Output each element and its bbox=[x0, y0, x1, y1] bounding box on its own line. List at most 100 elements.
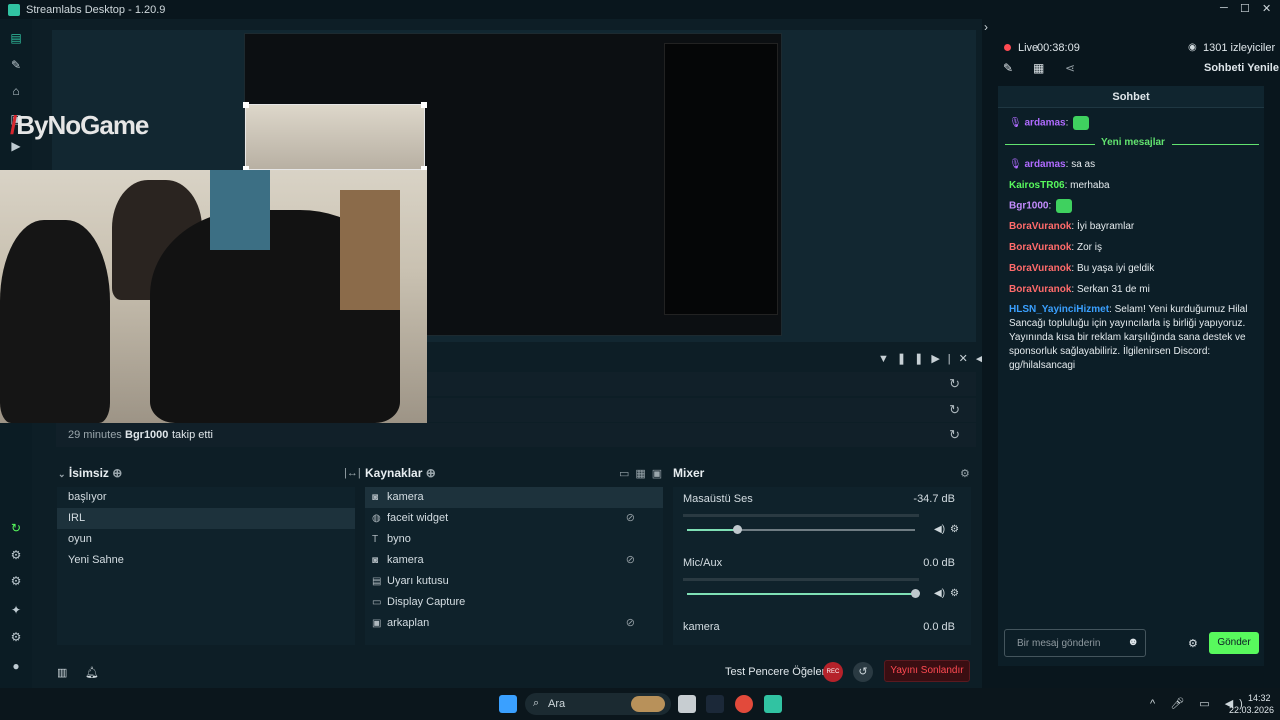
source-item[interactable]: ▭ Display Capture bbox=[365, 592, 663, 613]
mute-icon[interactable]: ◀) bbox=[934, 588, 945, 599]
chat-input[interactable]: Bir mesaj gönderin ☻ bbox=[1004, 629, 1146, 657]
replay-icon[interactable]: ↻ bbox=[949, 376, 960, 392]
text-icon: T bbox=[372, 534, 379, 545]
dashboard-icon[interactable]: ▦ bbox=[1033, 61, 1044, 75]
close-button[interactable]: ✕ bbox=[1262, 2, 1271, 15]
eye-off-icon[interactable]: ⊘ bbox=[626, 508, 635, 529]
live-indicator-icon bbox=[1004, 44, 1011, 51]
source-item[interactable]: ◍ faceit widget ⊘ bbox=[365, 508, 663, 529]
live-icon[interactable]: ▶ bbox=[9, 139, 23, 153]
volume-knob[interactable] bbox=[911, 589, 920, 598]
channel-settings-icon[interactable]: ⚙ bbox=[950, 588, 959, 599]
chrome-icon[interactable] bbox=[735, 695, 753, 713]
source-item[interactable]: ◙ kamera ⊘ bbox=[365, 550, 663, 571]
chat-username[interactable]: BoraVuranok bbox=[1009, 242, 1071, 253]
editor-icon[interactable]: ▤ bbox=[9, 31, 23, 45]
chat-username[interactable]: BoraVuranok bbox=[1009, 284, 1071, 295]
filter-icon[interactable]: ▼ bbox=[878, 353, 897, 365]
edit-stream-icon[interactable]: ✎ bbox=[1003, 61, 1013, 75]
chat-message: 🎙︎ ardamas: bbox=[1009, 116, 1257, 131]
app-title: Streamlabs Desktop - 1.20.9 bbox=[26, 3, 166, 16]
apps-icon[interactable]: ✦ bbox=[9, 603, 23, 617]
record-icon[interactable]: ⚙ bbox=[9, 574, 23, 588]
eye-off-icon[interactable]: ⊘ bbox=[626, 613, 635, 634]
volume-slider[interactable] bbox=[687, 589, 920, 598]
mixer-settings-icon[interactable]: ⚙ bbox=[960, 467, 970, 480]
themes-icon[interactable]: ✎ bbox=[9, 58, 23, 72]
source-label: Display Capture bbox=[387, 596, 466, 608]
chat-message: BoraVuranok: Zor iş bbox=[1009, 242, 1102, 253]
layout-icon[interactable]: ⚙ bbox=[9, 548, 23, 562]
performance-icon[interactable]: ▥ bbox=[57, 666, 67, 679]
nested-chat-preview bbox=[664, 43, 778, 315]
chat-username[interactable]: BoraVuranok bbox=[1009, 221, 1071, 232]
emote-icon bbox=[1056, 199, 1073, 213]
emoji-icon[interactable]: ☻ bbox=[1127, 636, 1139, 648]
chat-username[interactable]: ardamas bbox=[1024, 118, 1065, 129]
scene-transitions-icon[interactable]: |↔| bbox=[344, 467, 361, 479]
replay-icon[interactable]: ↻ bbox=[949, 402, 960, 418]
studio-mode-icon[interactable]: ↻ bbox=[9, 521, 23, 535]
chat-username[interactable]: HLSN_YayinciHizmet bbox=[1009, 304, 1109, 315]
emote-icon bbox=[1073, 116, 1090, 130]
collapse-dock-icon[interactable]: › bbox=[984, 20, 988, 34]
bynogame-logo: /ByNoGame bbox=[10, 110, 149, 140]
source-toolbar-icons[interactable]: ▭▦▣ bbox=[619, 467, 668, 480]
record-button[interactable]: REC bbox=[823, 662, 843, 682]
scene-item[interactable]: oyun bbox=[57, 529, 355, 550]
source-item[interactable]: ◙ kamera bbox=[365, 487, 663, 508]
scene-item[interactable]: Yeni Sahne bbox=[57, 550, 355, 571]
streamlabs-taskbar-icon[interactable] bbox=[764, 695, 782, 713]
notifications-icon[interactable]: 🔔︎ bbox=[85, 666, 99, 679]
chat-message: HLSN_YayinciHizmet: Selam! Yeni kurduğum… bbox=[1009, 304, 1248, 371]
image-icon: ▣ bbox=[372, 618, 382, 629]
resize-handle[interactable] bbox=[421, 102, 427, 108]
mixer-channel-db: 0.0 dB bbox=[923, 621, 955, 633]
volume-knob[interactable] bbox=[733, 525, 743, 534]
store-icon[interactable]: ⌂ bbox=[9, 84, 23, 98]
scene-item[interactable]: başlıyor bbox=[57, 487, 355, 508]
sources-panel: ◙ kamera ◍ faceit widget ⊘ Tbyno ◙ kamera ⊘ ▤ Uyar… bbox=[365, 487, 663, 645]
chat-username[interactable]: Bgr1000 bbox=[1009, 201, 1048, 212]
scenes-panel: başlıyor IRL oyun Yeni Sahne bbox=[57, 487, 355, 645]
profile-icon[interactable]: ● bbox=[9, 659, 23, 673]
file-explorer-icon[interactable] bbox=[678, 695, 696, 713]
source-item[interactable]: ▤ Uyarı kutusu bbox=[365, 571, 663, 592]
taskbar-search[interactable]: ⌕ Ara bbox=[525, 693, 671, 715]
share-icon[interactable]: ⋖ bbox=[1065, 61, 1075, 75]
chat-username[interactable]: ardamas bbox=[1024, 159, 1065, 170]
chat-username[interactable]: KairosTR06 bbox=[1009, 180, 1065, 191]
skip-icon[interactable]: ▶| bbox=[931, 353, 958, 365]
send-button[interactable]: Gönder bbox=[1209, 632, 1259, 654]
windows-start-icon[interactable] bbox=[499, 695, 517, 713]
chat-settings-icon[interactable]: ⚙ bbox=[1188, 637, 1198, 650]
refresh-chat-button[interactable]: Sohbeti Yenile bbox=[1204, 62, 1279, 74]
add-scene-icon[interactable]: ⊕ bbox=[112, 466, 122, 480]
steam-icon[interactable] bbox=[706, 695, 724, 713]
badge-icon: 🎙︎ bbox=[1009, 117, 1025, 129]
mute-icon[interactable]: ◀) bbox=[934, 524, 945, 535]
minimize-button[interactable]: ─ bbox=[1220, 2, 1228, 14]
channel-settings-icon[interactable]: ⚙ bbox=[950, 524, 959, 535]
eye-off-icon[interactable]: ⊘ bbox=[626, 550, 635, 571]
mixer-channel-label: Mic/Aux bbox=[683, 557, 723, 569]
chat-text: sa as bbox=[1071, 159, 1096, 170]
taskbar-date: 22.03.2026 bbox=[1229, 705, 1275, 715]
maximize-button[interactable]: ☐ bbox=[1240, 2, 1250, 15]
replay-icon[interactable]: ↻ bbox=[949, 427, 960, 443]
add-source-icon[interactable]: ⊕ bbox=[426, 466, 436, 480]
scene-item[interactable]: IRL bbox=[57, 508, 355, 529]
volume-slider[interactable] bbox=[687, 525, 915, 534]
chat-text: Zor iş bbox=[1076, 242, 1102, 253]
source-item[interactable]: Tbyno bbox=[365, 529, 663, 550]
end-stream-button[interactable]: Yayını Sonlandır bbox=[884, 660, 970, 682]
resize-handle[interactable] bbox=[243, 102, 249, 108]
pause-icon[interactable]: ❚❚ bbox=[897, 353, 931, 365]
chat-username[interactable]: BoraVuranok bbox=[1009, 263, 1071, 274]
source-item[interactable]: ▣ arkaplan ⊘ bbox=[365, 613, 663, 634]
camera-source-small[interactable] bbox=[243, 102, 427, 172]
camera-source[interactable] bbox=[0, 170, 427, 423]
replay-buffer-button[interactable]: ↺ bbox=[853, 662, 873, 682]
mute-alerts-icon[interactable]: ✕ bbox=[959, 353, 976, 365]
settings-icon[interactable]: ⚙ bbox=[9, 630, 23, 644]
